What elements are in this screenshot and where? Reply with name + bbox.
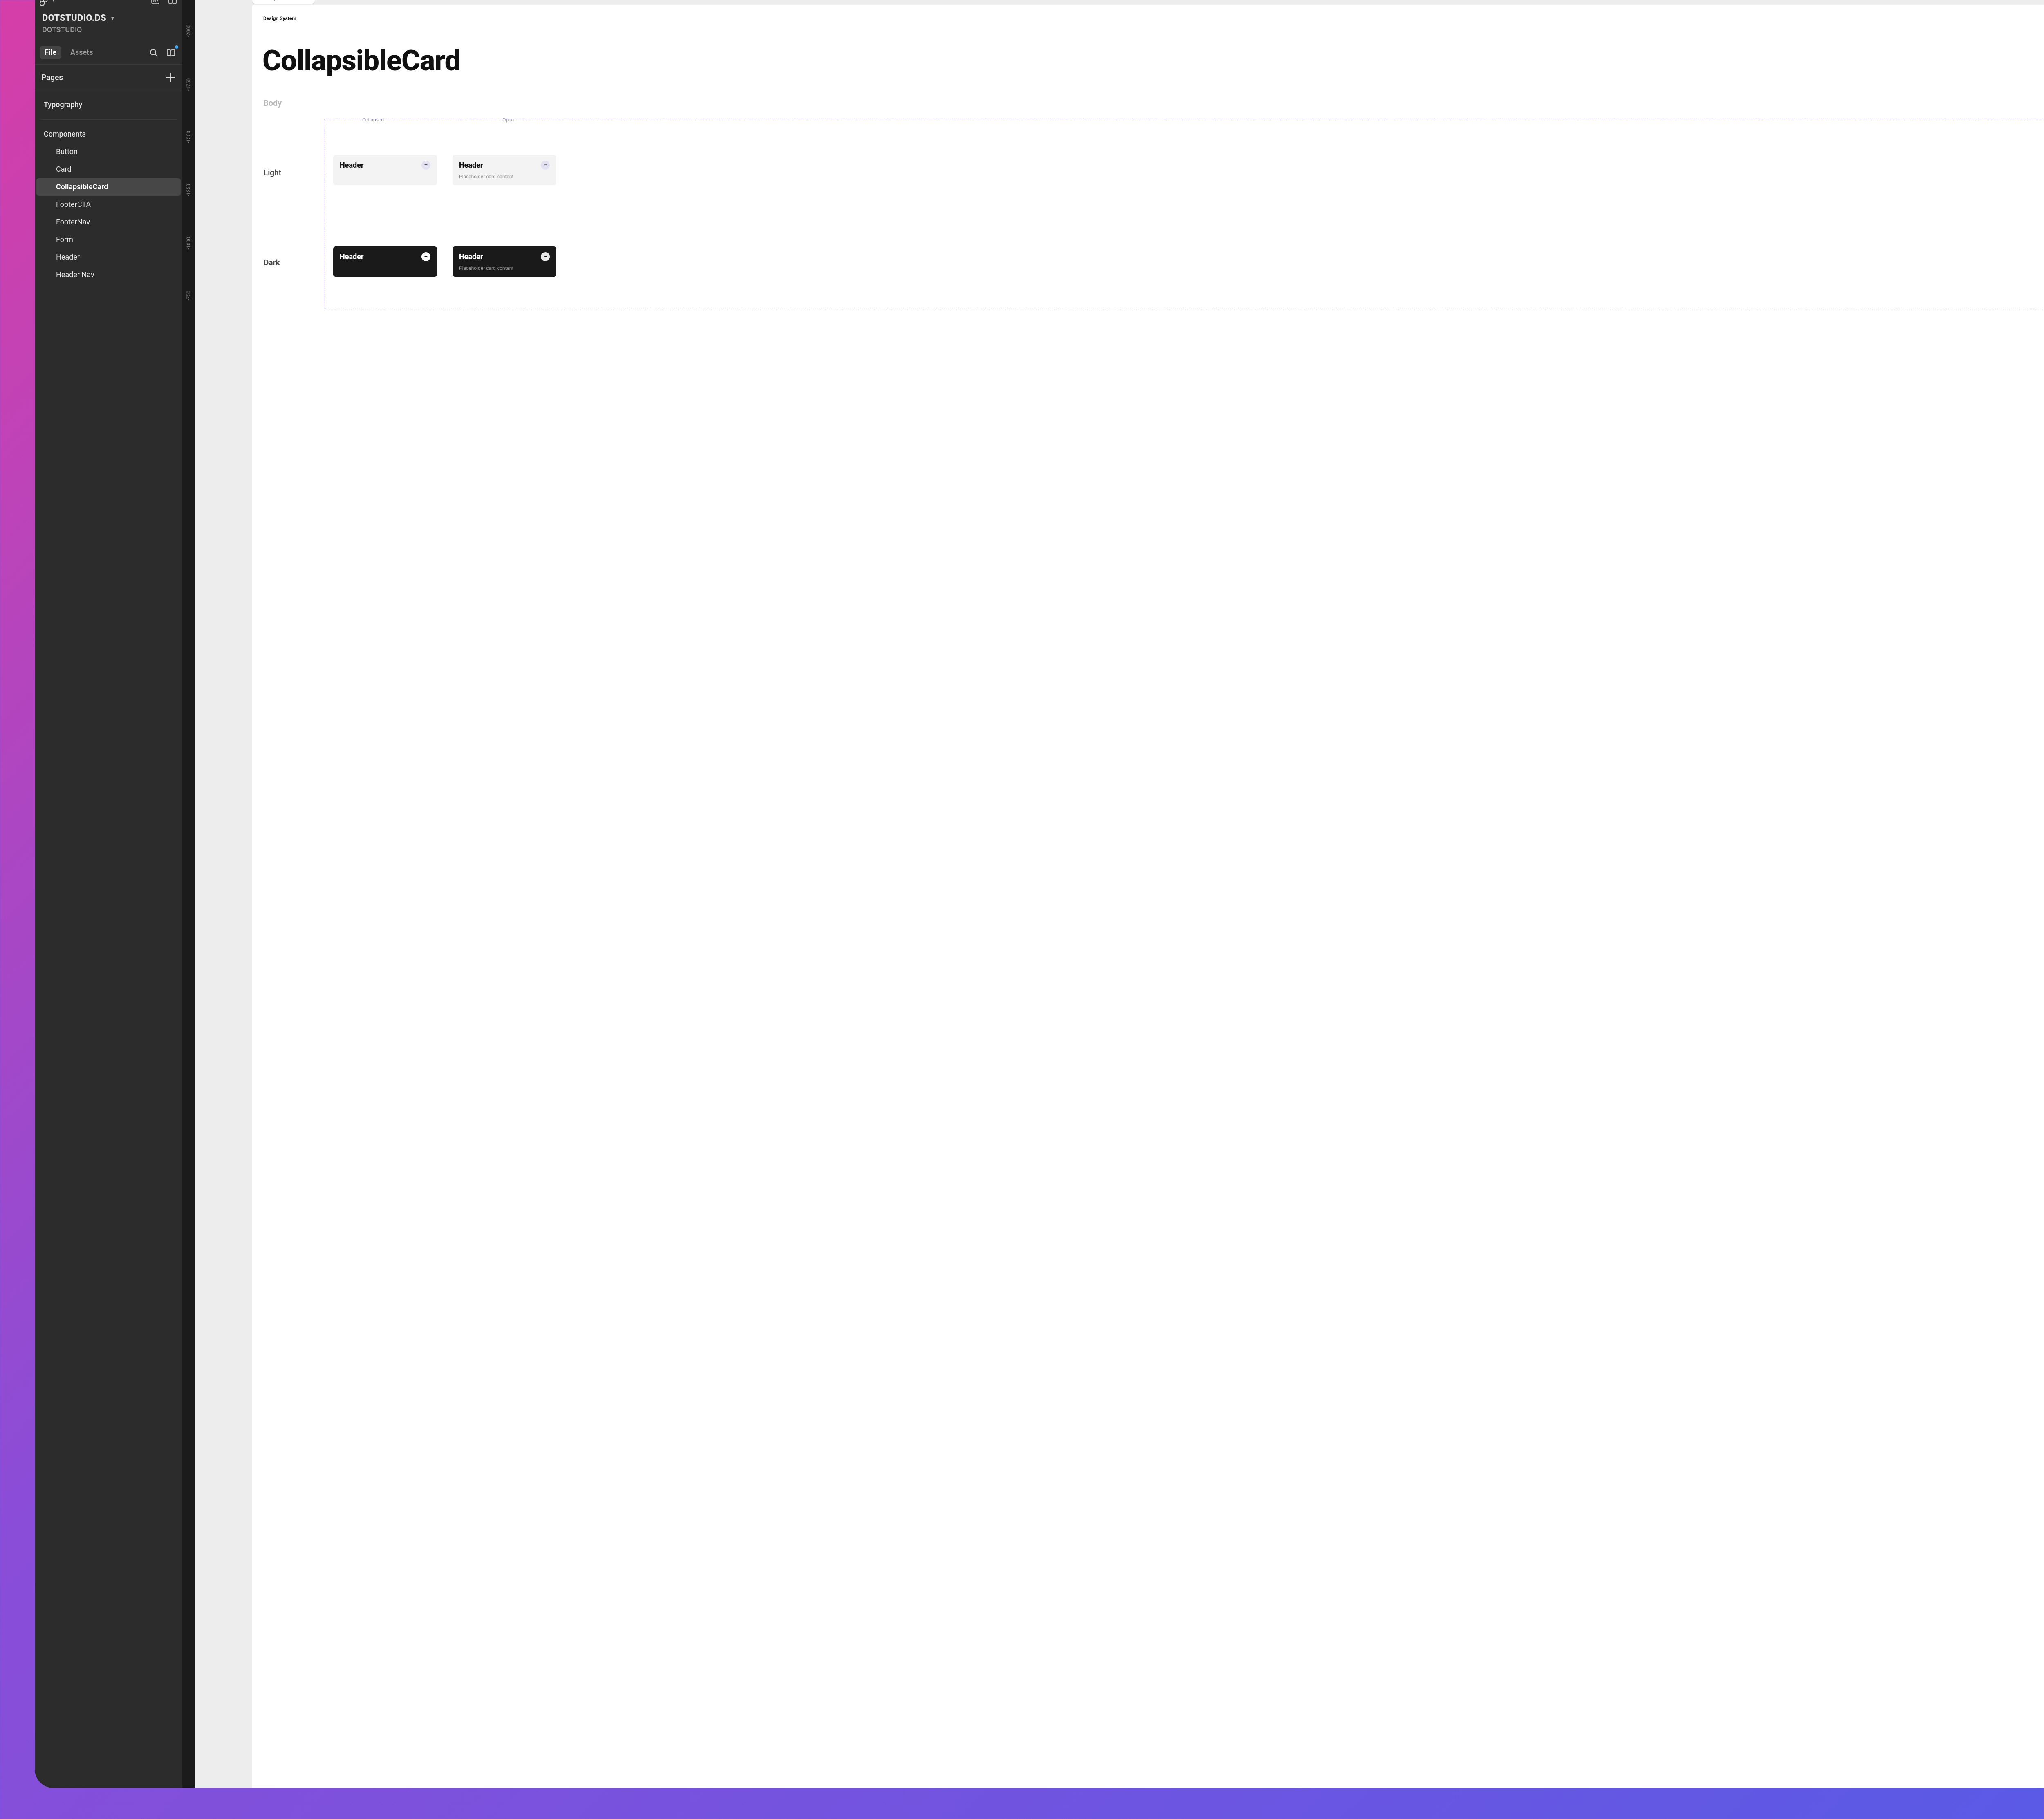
canvas[interactable]: collapsible-card Design System Collapsib… xyxy=(195,0,2044,1788)
doc-eyebrow: Design System xyxy=(252,5,2044,21)
variant-row-light: Header + Header − Placeholder card conte… xyxy=(333,155,2044,185)
page-form[interactable]: Form xyxy=(36,231,181,249)
page-collapsiblecard[interactable]: CollapsibleCard xyxy=(36,178,181,196)
card-header: Header xyxy=(459,253,483,261)
ruler-tick: -1000 xyxy=(186,237,191,249)
library-icon[interactable] xyxy=(168,0,177,5)
add-page-button[interactable] xyxy=(165,72,176,83)
card-header: Header xyxy=(459,161,483,170)
ruler-tick: -1250 xyxy=(186,184,191,196)
book-icon[interactable] xyxy=(164,46,177,59)
page-title: CollapsibleCard xyxy=(252,21,2044,78)
sidebar-divider xyxy=(40,119,177,120)
notification-dot-icon xyxy=(175,45,178,49)
variant-row-dark: Header + Header − Placeholder card conte… xyxy=(333,246,2044,277)
pages-section-header: Pages xyxy=(35,65,182,90)
row-label-dark: Dark xyxy=(264,258,280,267)
pages-list: Typography Components Button Card Collap… xyxy=(35,90,182,289)
card-header: Header xyxy=(340,161,364,170)
svg-text:A?: A? xyxy=(153,0,159,3)
collapse-button[interactable]: − xyxy=(541,161,550,170)
sidebar-top-row: ▾ A? xyxy=(35,0,182,10)
ruler-tick: -1500 xyxy=(186,131,191,143)
page-card[interactable]: Card xyxy=(36,161,181,178)
page-footernav[interactable]: FooterNav xyxy=(36,213,181,231)
missing-font-icon[interactable]: A? xyxy=(150,0,160,5)
card-body-text: Placeholder card content xyxy=(459,174,550,179)
vertical-ruler: -2000 -1750 -1500 -1250 -1000 -750 xyxy=(182,0,195,1788)
frame-name-tab[interactable]: collapsible-card xyxy=(252,0,315,4)
card-light-collapsed[interactable]: Header + xyxy=(333,155,437,185)
app-window: ▾ A? DOTSTUDIO.DS xyxy=(35,0,2044,1788)
search-icon[interactable] xyxy=(147,46,160,59)
tab-assets[interactable]: Assets xyxy=(65,46,98,59)
project-owner[interactable]: DOTSTUDIO xyxy=(42,26,175,34)
figma-logo-icon[interactable] xyxy=(40,0,48,6)
chevron-down-icon[interactable]: ▾ xyxy=(52,0,55,3)
sidebar-tabs: File Assets xyxy=(35,42,182,65)
chevron-down-icon[interactable]: ▾ xyxy=(111,15,114,22)
page-typography[interactable]: Typography xyxy=(36,96,181,114)
left-sidebar: ▾ A? DOTSTUDIO.DS xyxy=(35,0,182,1788)
project-header: DOTSTUDIO.DS ▾ DOTSTUDIO xyxy=(35,10,182,42)
body-section-label: Body xyxy=(252,78,2044,108)
variant-table: Collapsed Open Light Dark Header + xyxy=(252,119,2044,309)
pages-label[interactable]: Pages xyxy=(41,73,63,82)
variant-frame[interactable]: Light Dark Header + Header xyxy=(324,119,2044,309)
expand-button[interactable]: + xyxy=(421,161,430,170)
page-header[interactable]: Header xyxy=(36,249,181,266)
card-dark-collapsed[interactable]: Header + xyxy=(333,246,437,277)
collapse-button[interactable]: − xyxy=(541,252,550,261)
card-body-text: Placeholder card content xyxy=(459,265,550,271)
card-light-open[interactable]: Header − Placeholder card content xyxy=(453,155,556,185)
ruler-tick: -1750 xyxy=(186,78,191,91)
project-name[interactable]: DOTSTUDIO.DS xyxy=(42,13,106,23)
tab-file[interactable]: File xyxy=(40,46,61,59)
expand-button[interactable]: + xyxy=(421,252,430,261)
card-dark-open[interactable]: Header − Placeholder card content xyxy=(453,246,556,277)
page-button[interactable]: Button xyxy=(36,143,181,161)
row-label-light: Light xyxy=(264,168,281,177)
page-components-group[interactable]: Components xyxy=(36,125,181,143)
doc-frame[interactable]: Design System CollapsibleCard Body Colla… xyxy=(252,5,2044,1788)
ruler-tick: -2000 xyxy=(186,25,191,37)
page-footercta[interactable]: FooterCTA xyxy=(36,196,181,213)
page-headernav[interactable]: Header Nav xyxy=(36,266,181,284)
ruler-tick: -750 xyxy=(186,291,191,300)
card-header: Header xyxy=(340,253,364,261)
